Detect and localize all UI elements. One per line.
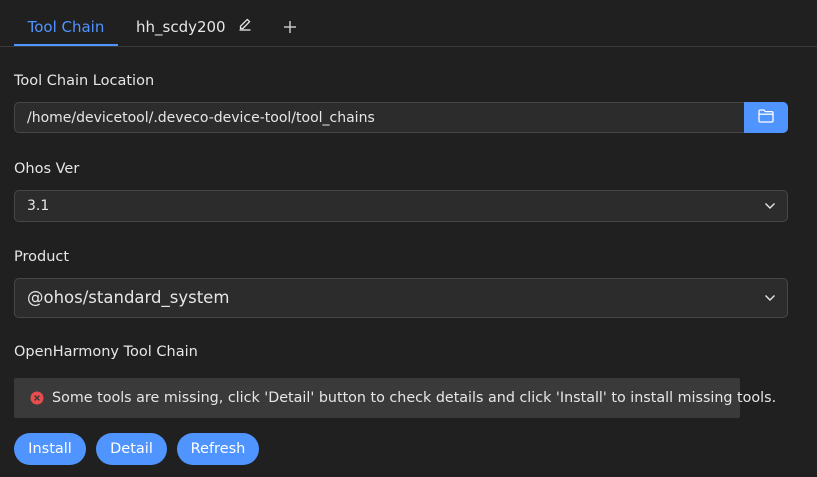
tool-chain-location-label: Tool Chain Location — [14, 73, 155, 89]
add-tab-button[interactable] — [281, 18, 299, 36]
folder-icon — [758, 109, 774, 123]
plus-icon — [284, 21, 296, 33]
tool-chain-panel: Tool Chain hh_scdy200 Tool Chain Locatio… — [0, 0, 817, 477]
tool-chain-location-input[interactable] — [14, 102, 744, 133]
error-icon — [30, 391, 44, 405]
refresh-button[interactable]: Refresh — [177, 433, 259, 465]
detail-button[interactable]: Detail — [96, 433, 167, 465]
ohos-ver-value: 3.1 — [27, 198, 50, 214]
openharmony-tool-chain-label: OpenHarmony Tool Chain — [14, 344, 198, 360]
chevron-down-icon — [765, 295, 775, 301]
product-select[interactable]: @ohos/standard_system — [14, 278, 788, 318]
tab-tool-chain[interactable]: Tool Chain — [14, 0, 118, 46]
alert-message: Some tools are missing, click 'Detail' b… — [52, 390, 777, 406]
tab-bar: Tool Chain hh_scdy200 — [0, 0, 817, 47]
tab-hh-scdy200[interactable]: hh_scdy200 — [136, 0, 252, 45]
browse-folder-button[interactable] — [744, 102, 788, 133]
edit-icon[interactable] — [238, 0, 252, 53]
ohos-ver-select[interactable]: 3.1 — [14, 190, 788, 222]
product-label: Product — [14, 249, 70, 265]
missing-tools-alert: Some tools are missing, click 'Detail' b… — [14, 378, 776, 418]
product-value: @ohos/standard_system — [27, 288, 230, 307]
ohos-ver-label: Ohos Ver — [14, 161, 80, 177]
install-button[interactable]: Install — [14, 433, 86, 465]
chevron-down-icon — [765, 203, 775, 209]
tab-label: hh_scdy200 — [136, 18, 226, 36]
